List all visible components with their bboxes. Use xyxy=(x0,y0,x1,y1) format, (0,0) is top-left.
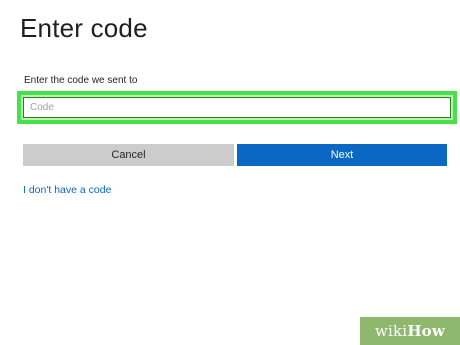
wikihow-watermark: wiki How xyxy=(360,317,460,345)
code-input[interactable] xyxy=(23,97,451,118)
enter-code-page: Enter code Enter the code we sent to Can… xyxy=(0,0,460,345)
page-title: Enter code xyxy=(20,13,148,43)
no-code-link[interactable]: I don't have a code xyxy=(23,184,111,196)
watermark-wiki: wiki xyxy=(374,322,408,340)
next-button[interactable]: Next xyxy=(237,144,447,166)
cancel-button[interactable]: Cancel xyxy=(23,144,234,166)
watermark-how: How xyxy=(407,322,446,340)
code-field-label: Enter the code we sent to xyxy=(24,75,138,86)
